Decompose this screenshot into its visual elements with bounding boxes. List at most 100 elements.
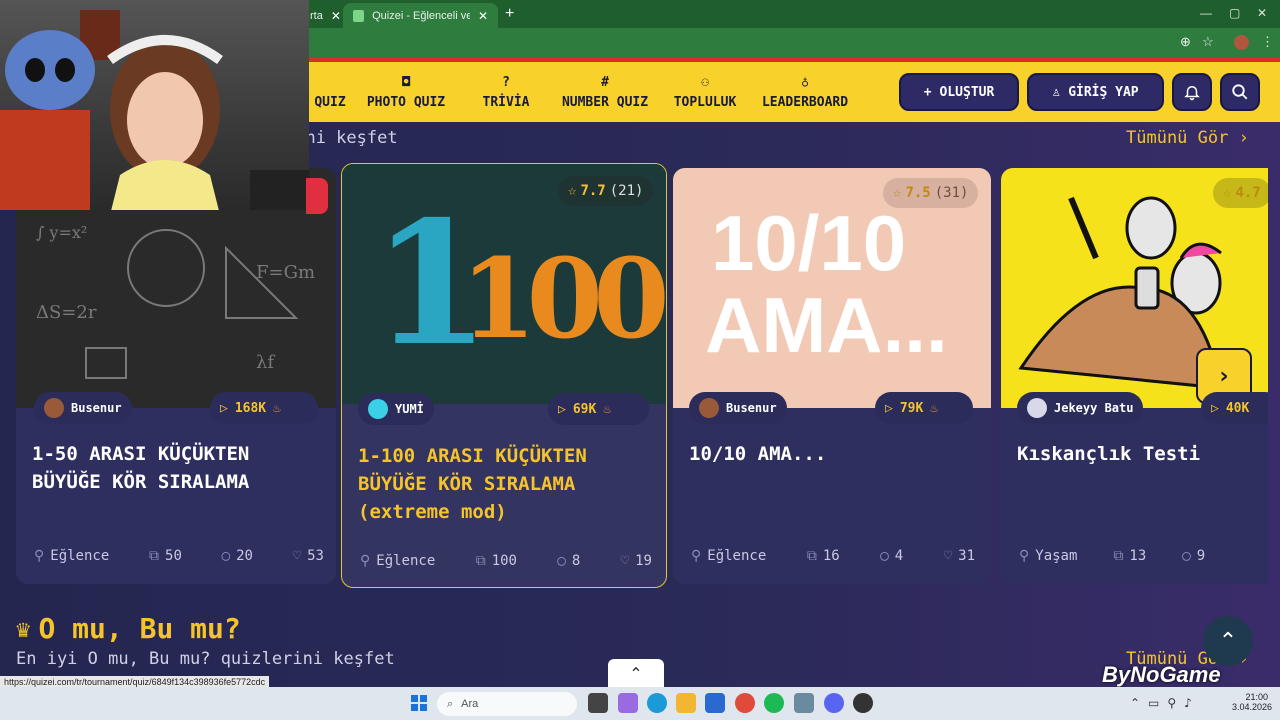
views-chip: ▷ 69K ♨ (548, 393, 649, 425)
author-chip[interactable]: Busenur (689, 392, 787, 424)
author-chip[interactable]: YUMİ (358, 393, 434, 425)
profile-avatar[interactable] (1234, 35, 1249, 50)
system-tray-icons[interactable]: ⌃▭⚲♪ (1130, 696, 1200, 710)
maximize-icon[interactable]: ▢ (1229, 6, 1240, 20)
windows-start-icon[interactable] (411, 695, 427, 711)
views-chip: ▷ 40K (1201, 392, 1268, 424)
clock[interactable]: 21:00 3.04.2026 (1232, 692, 1272, 712)
category-label: Eğlence (707, 548, 767, 564)
author-chip[interactable]: Busenur (34, 392, 132, 424)
quiz-card[interactable]: 10/10 AMA... ☆ 7.5 (31) Busenur ▷ 79K ♨ … (673, 168, 991, 584)
card-stats: ⚲ Eğlence ⧉ 50 ◯ 20 ♡ 53 (34, 548, 324, 564)
comment-count: 8 (571, 553, 581, 569)
close-icon[interactable]: ✕ (478, 9, 488, 23)
quiz-card[interactable]: ΔS=2r F=Gm λf ∫ y=x² Busenur ▷ 168K ♨ 1-… (16, 168, 336, 584)
thumbnail-text-a: 10/10 (711, 199, 907, 287)
svg-text:F=Gm: F=Gm (256, 262, 315, 283)
section-subtitle: En iyi O mu, Bu mu? quizlerini keşfet (16, 649, 395, 669)
like-count: 19 (635, 553, 652, 569)
task-view-icon[interactable] (588, 693, 608, 713)
nav-label: QUIZ (314, 95, 346, 110)
minimize-icon[interactable]: — (1200, 6, 1212, 20)
rating-badge: ☆ 7.5 (31) (883, 178, 979, 208)
comment-icon: ◯ (557, 553, 566, 569)
thumbnail-text-b: 100 (460, 234, 666, 363)
comment-count: 4 (894, 548, 904, 564)
view-count: 168K (234, 400, 267, 416)
chevron-right-icon: › (1238, 128, 1249, 148)
nav-photo-quiz[interactable]: ◘ PHOTO QUIZ (362, 70, 450, 116)
app-icon[interactable] (794, 693, 814, 713)
menu-kebab-icon[interactable]: ⋮ (1261, 34, 1274, 50)
store-icon[interactable] (705, 693, 725, 713)
views-chip: ▷ 168K ♨ (210, 392, 318, 424)
nav-quiz[interactable]: QUIZ (305, 70, 355, 116)
new-tab-icon[interactable]: + (505, 5, 514, 23)
comment-icon: ◯ (1182, 548, 1191, 564)
play-icon: ▷ (1211, 400, 1219, 416)
medal-icon: ♁ (801, 75, 809, 90)
fire-icon: ♨ (273, 400, 281, 416)
close-icon[interactable]: ✕ (331, 9, 341, 23)
create-button[interactable]: + OLUŞTUR (899, 73, 1019, 111)
browser-tab-active[interactable]: Quizei - Eğlenceli ve etkileşimli ✕ (343, 3, 498, 28)
like-count: 53 (307, 548, 324, 564)
obs-icon[interactable] (853, 693, 873, 713)
comment-count: 9 (1196, 548, 1206, 564)
spotify-icon[interactable] (764, 693, 784, 713)
question-count: 50 (165, 548, 182, 564)
question-count: 100 (491, 553, 517, 569)
chrome-icon[interactable] (735, 693, 755, 713)
thumbnail-text-b: AMA... (705, 281, 948, 369)
play-icon: ▷ (220, 400, 228, 416)
rating-value: 4.7 (1235, 185, 1261, 201)
nav-leaderboard[interactable]: ♁ LEADERBOARD (757, 70, 853, 116)
user-icon: ♙ (1052, 84, 1061, 100)
file-explorer-icon[interactable] (676, 693, 696, 713)
see-all-link[interactable]: Tümünü Gör › (1126, 128, 1249, 148)
notifications-button[interactable] (1172, 73, 1212, 111)
category-label: Eğlence (50, 548, 110, 564)
card-stats: ⚲ Eğlence ⧉ 16 ◯ 4 ♡ 31 (691, 548, 975, 564)
nav-label: TOPLULUK (673, 95, 737, 110)
nav-topluluk[interactable]: ⚇ TOPLULUK (670, 70, 740, 116)
play-icon: ▷ (885, 400, 893, 416)
clock-time: 21:00 (1245, 692, 1268, 702)
svg-text:∫ y=x²: ∫ y=x² (36, 223, 87, 242)
expand-panel-button[interactable]: ⌃ (608, 659, 664, 687)
scroll-top-button[interactable]: ⌃ (1203, 616, 1253, 666)
copilot-icon[interactable] (618, 693, 638, 713)
card-stats: ⚲ Yaşam ⧉ 13 ◯ 9 (1019, 548, 1268, 564)
rating-value: 7.5 (905, 185, 931, 201)
tab-label: Quizei - Eğlenceli ve etkileşimli (372, 9, 470, 22)
window-close-icon[interactable]: ✕ (1257, 6, 1267, 20)
search-button[interactable] (1220, 73, 1260, 111)
edge-icon[interactable] (647, 693, 667, 713)
zoom-icon[interactable]: ⊕ (1180, 34, 1191, 50)
bell-icon (1184, 86, 1200, 101)
nav-label: LEADERBOARD (761, 95, 849, 110)
heart-icon: ♡ (292, 548, 302, 564)
nav-label: NUMBER QUIZ (561, 95, 649, 110)
chevron-right-icon: › (1219, 363, 1229, 389)
bookmark-star-icon[interactable]: ☆ (1202, 34, 1214, 50)
search-icon: ⌕ (447, 697, 454, 710)
nav-trivia[interactable]: ? TRİVİA (476, 70, 536, 116)
rating-count: (31) (934, 185, 969, 201)
webcam-overlay (0, 0, 309, 210)
avatar (1027, 398, 1047, 418)
quiz-card[interactable]: ☆ 4.7 › Jekeyy Batu ▷ 40K Kıskançlık Tes… (1001, 168, 1268, 584)
taskbar-search[interactable]: ⌕ Ara (437, 692, 577, 716)
chevron-up-icon: ⌃ (629, 663, 643, 683)
card-title: Kıskançlık Testi (1017, 443, 1201, 465)
card-title: 10/10 AMA... (689, 443, 827, 465)
login-button[interactable]: ♙ GİRİŞ YAP (1027, 73, 1164, 111)
quiz-card-featured[interactable]: 1 100 ☆ 7.7 (21) YUMİ ▷ 69K ♨ 1-100 ARAS… (341, 163, 667, 588)
comment-icon: ◯ (221, 548, 231, 564)
discord-icon[interactable] (824, 693, 844, 713)
fire-icon: ♨ (603, 401, 612, 417)
fire-icon: ♨ (930, 400, 939, 416)
author-chip[interactable]: Jekeyy Batu (1017, 392, 1144, 424)
question-icon: ? (502, 75, 510, 90)
nav-number-quiz[interactable]: # NUMBER QUIZ (557, 70, 653, 116)
